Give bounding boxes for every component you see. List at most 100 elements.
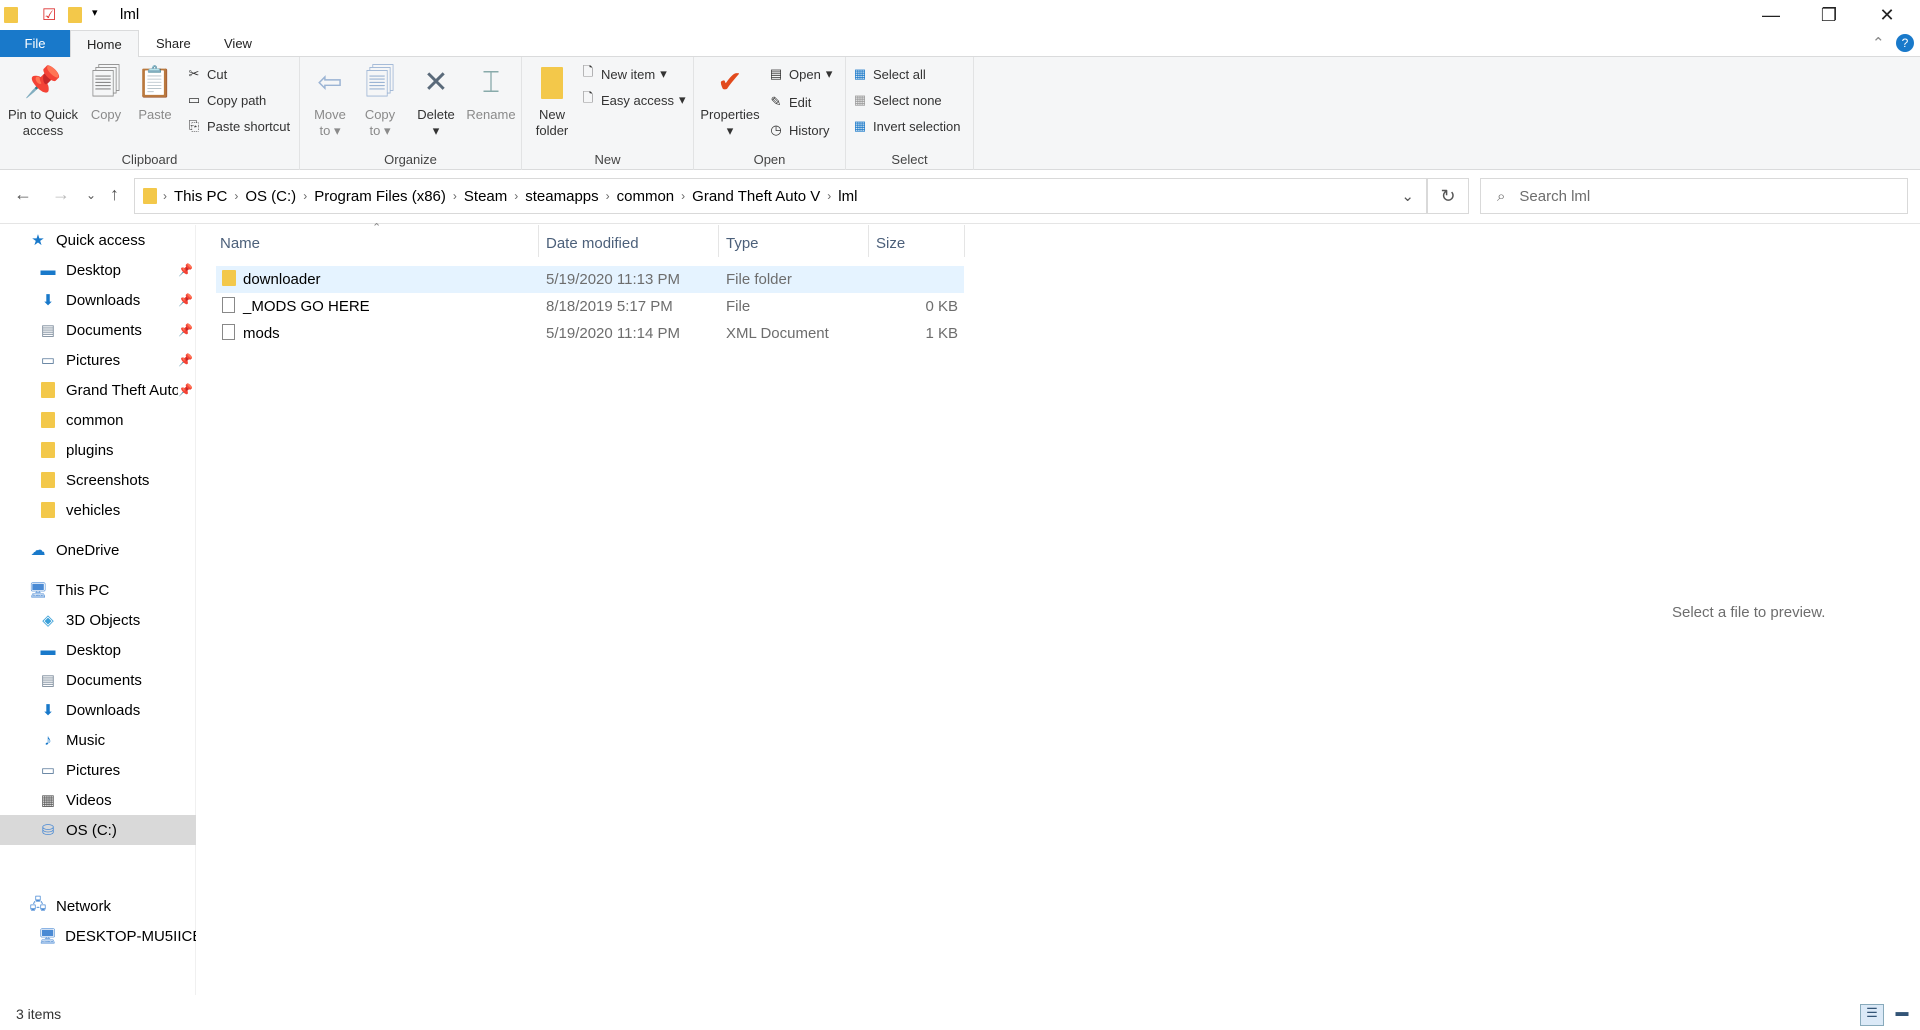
sidebar-item[interactable]: ⛁ OS (C:) xyxy=(0,815,196,845)
sidebar-item[interactable]: ▤ Documents xyxy=(0,665,196,695)
file-row[interactable]: _MODS GO HERE 8/18/2019 5:17 PM File 0 KB xyxy=(216,293,964,320)
sidebar-item[interactable]: ▭ Pictures xyxy=(0,755,196,785)
group-label: Select xyxy=(891,152,928,167)
pin-icon: 📌 xyxy=(178,323,193,337)
history-button[interactable]: ◷ History xyxy=(768,119,829,141)
address-bar[interactable]: › This PC › OS (C:) › Program Files (x86) › Ste… xyxy=(134,178,1427,214)
tab-home[interactable]: Home xyxy=(70,30,139,58)
search-input[interactable]: Search lml xyxy=(1519,188,1590,205)
properties-button[interactable]: ✔ Properties ▾ xyxy=(698,63,762,139)
file-row[interactable]: downloader 5/19/2020 11:13 PM File folder xyxy=(216,266,964,293)
breadcrumb-item[interactable]: OS (C:) xyxy=(245,188,296,205)
sidebar-item[interactable]: ◈ 3D Objects xyxy=(0,605,196,635)
new-folder-button[interactable]: New folder xyxy=(530,63,574,139)
sidebar-item[interactable]: ▤ Documents 📌 xyxy=(0,315,196,345)
large-icons-view-button[interactable]: ▬ xyxy=(1890,1004,1914,1026)
column-header-type[interactable]: Type xyxy=(718,225,868,263)
sidebar-item[interactable]: ▬ Desktop 📌 xyxy=(0,255,196,285)
copy-to-button[interactable]: 🗐 Copy to ▾ xyxy=(358,63,402,139)
sidebar-item[interactable]: plugins xyxy=(0,435,196,465)
breadcrumb-item[interactable]: Steam xyxy=(464,188,507,205)
breadcrumb-separator-icon[interactable]: › xyxy=(514,189,518,203)
sidebar-item[interactable]: ▦ Videos xyxy=(0,785,196,815)
open-group: ✔ Properties ▾ ▤ Open ▾ ✎ Edit ◷ History Open xyxy=(694,57,846,170)
help-icon[interactable]: ? xyxy=(1896,34,1914,52)
sidebar-item[interactable]: 🖧 Network xyxy=(0,891,196,921)
rename-button[interactable]: ⌶ Rename xyxy=(464,63,518,123)
sidebar-item[interactable]: ▬ Desktop xyxy=(0,635,196,665)
properties-quick-icon[interactable]: ☑ xyxy=(42,5,56,25)
breadcrumb-item[interactable]: common xyxy=(617,188,675,205)
breadcrumb-separator-icon[interactable]: › xyxy=(163,189,167,203)
close-button[interactable]: ✕ xyxy=(1858,0,1916,30)
column-header-size[interactable]: Size xyxy=(868,225,964,263)
tab-view[interactable]: View xyxy=(208,30,268,57)
breadcrumb-separator-icon[interactable]: › xyxy=(606,189,610,203)
breadcrumb-separator-icon[interactable]: › xyxy=(303,189,307,203)
select-none-button[interactable]: ▦ Select none xyxy=(852,89,942,111)
folder-icon xyxy=(222,270,236,290)
forward-button[interactable]: → xyxy=(52,184,70,205)
navigation-bar: ← → ⌄ ↑ › This PC › OS (C:) › Program Files (… xyxy=(0,170,1920,224)
sidebar-item[interactable]: ⬇ Downloads 📌 xyxy=(0,285,196,315)
refresh-button[interactable]: ↻ xyxy=(1427,178,1469,214)
file-row[interactable]: mods 5/19/2020 11:14 PM XML Document 1 KB xyxy=(216,320,964,347)
select-all-button[interactable]: ▦ Select all xyxy=(852,63,926,85)
copy-button[interactable]: 🗐 Copy xyxy=(86,63,126,123)
column-header-name[interactable]: Name xyxy=(196,225,538,263)
sidebar-item[interactable]: common xyxy=(0,405,196,435)
file-size: 0 KB xyxy=(925,298,958,315)
cut-button[interactable]: ✂ Cut xyxy=(186,63,228,85)
paste-button[interactable]: 📋 Paste xyxy=(134,63,176,123)
breadcrumb-item[interactable]: Grand Theft Auto V xyxy=(692,188,820,205)
edit-button[interactable]: ✎ Edit xyxy=(768,91,812,113)
new-item-button[interactable]: 🗋 New item ▾ xyxy=(580,63,667,85)
breadcrumb-separator-icon[interactable]: › xyxy=(234,189,238,203)
invert-selection-button[interactable]: ▦ Invert selection xyxy=(852,115,961,137)
copy-path-button[interactable]: ▭ Copy path xyxy=(186,89,266,111)
sidebar-item[interactable]: ♪ Music xyxy=(0,725,196,755)
tab-share[interactable]: Share xyxy=(140,30,207,57)
file-type: File xyxy=(726,298,751,315)
sidebar-item[interactable]: ▭ Pictures 📌 xyxy=(0,345,196,375)
file-type: XML Document xyxy=(726,325,829,342)
new-group: New folder 🗋 New item ▾ 🗋 Easy access ▾ Ne… xyxy=(522,57,694,170)
customize-toolbar-icon[interactable]: ▾ xyxy=(92,6,98,19)
maximize-button[interactable]: ❐ xyxy=(1800,0,1858,30)
breadcrumb-separator-icon[interactable]: › xyxy=(453,189,457,203)
up-button[interactable]: ↑ xyxy=(110,184,119,205)
move-to-button[interactable]: ⇦ Move to ▾ xyxy=(308,63,352,139)
sidebar-item[interactable]: 🖥 This PC xyxy=(0,575,196,605)
breadcrumb-item[interactable]: This PC xyxy=(174,188,227,205)
sidebar-item[interactable]: 🖥 DESKTOP-MU5IICE xyxy=(0,921,196,951)
collapse-ribbon-icon[interactable]: ⌃ xyxy=(1872,34,1885,52)
details-view-button[interactable]: ☰ xyxy=(1860,1004,1884,1026)
sidebar-item[interactable]: ☁ OneDrive xyxy=(0,535,196,565)
sidebar-item[interactable]: Screenshots xyxy=(0,465,196,495)
delete-button[interactable]: ✕ Delete ▾ xyxy=(412,63,460,139)
breadcrumb-separator-icon[interactable]: › xyxy=(681,189,685,203)
copy-icon: 🗐 xyxy=(91,66,121,99)
back-button[interactable]: ← xyxy=(14,184,32,205)
address-dropdown-icon[interactable]: ⌄ xyxy=(1401,187,1414,205)
search-box[interactable]: ⌕ Search lml xyxy=(1480,178,1908,214)
file-list: ⌃ Name Date modified Type Size downloade… xyxy=(196,222,1196,1005)
sidebar-item[interactable]: Grand Theft Auto V📌 xyxy=(0,375,196,405)
paste-shortcut-button[interactable]: ⎘ Paste shortcut xyxy=(186,115,290,137)
recent-locations-button[interactable]: ⌄ xyxy=(86,188,96,202)
pin-button[interactable]: 📌 Pin to Quick access xyxy=(4,63,82,139)
breadcrumb-item[interactable]: Program Files (x86) xyxy=(314,188,446,205)
new-folder-quick-icon[interactable] xyxy=(68,7,82,27)
breadcrumb-item[interactable]: steamapps xyxy=(525,188,598,205)
breadcrumb-separator-icon[interactable]: › xyxy=(827,189,831,203)
sidebar-item[interactable]: ★ Quick access xyxy=(0,225,196,255)
sidebar-item[interactable]: vehicles xyxy=(0,495,196,525)
easy-access-button[interactable]: 🗋 Easy access ▾ xyxy=(580,89,686,111)
tab-file[interactable]: File xyxy=(0,30,70,57)
breadcrumb-item[interactable]: lml xyxy=(838,188,857,205)
open-button[interactable]: ▤ Open ▾ xyxy=(768,63,833,85)
minimize-button[interactable]: — xyxy=(1742,0,1800,30)
sidebar-item[interactable]: ⬇ Downloads xyxy=(0,695,196,725)
network-icon: 🖧 xyxy=(29,895,47,913)
column-header-date[interactable]: Date modified xyxy=(538,225,718,263)
